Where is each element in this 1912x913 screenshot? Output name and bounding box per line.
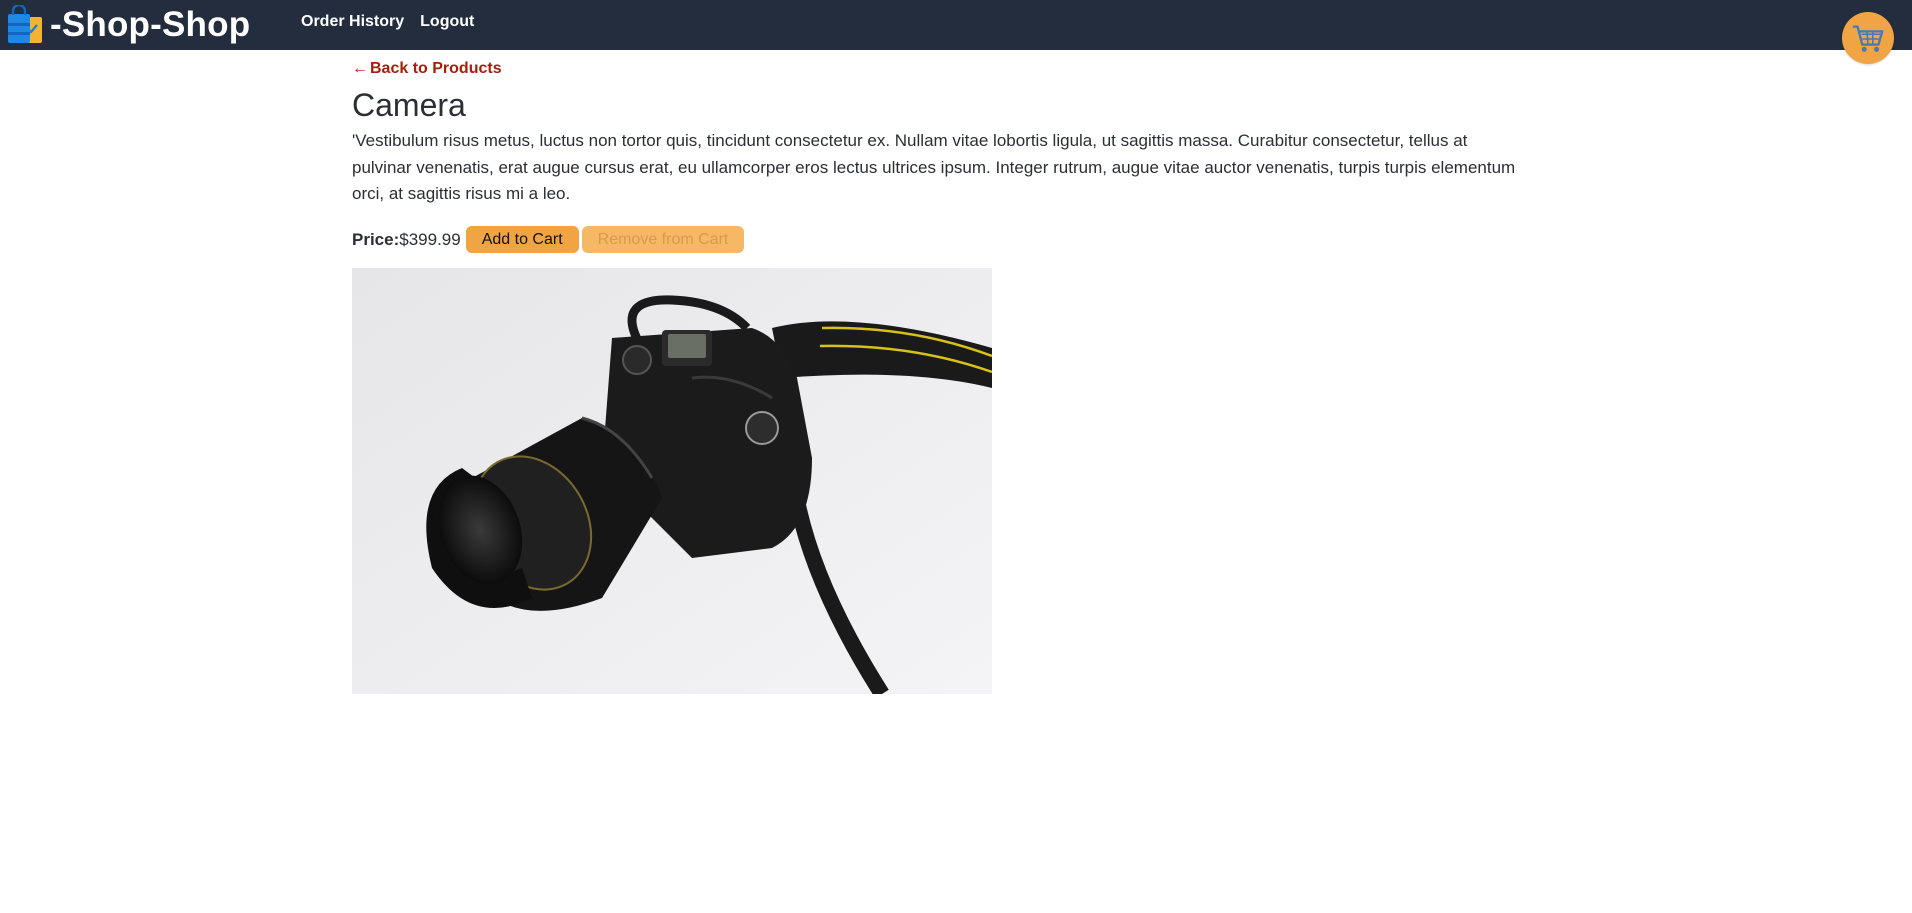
remove-from-cart-button[interactable]: Remove from Cart bbox=[581, 226, 745, 253]
back-link-label: Back to Products bbox=[370, 60, 502, 77]
add-to-cart-button[interactable]: Add to Cart bbox=[465, 226, 579, 253]
main-nav: Order History Logout bbox=[301, 0, 490, 44]
price-value: $399.99 bbox=[399, 229, 461, 249]
nav-order-history[interactable]: Order History bbox=[301, 13, 404, 31]
shopping-cart-icon bbox=[1852, 25, 1884, 52]
brand-name: -Shop-Shop bbox=[50, 4, 251, 44]
product-description: 'Vestibulum risus metus, luctus non tort… bbox=[352, 131, 1516, 203]
nav-logout[interactable]: Logout bbox=[420, 13, 474, 31]
shopping-bag-icon bbox=[8, 5, 42, 43]
brand-link[interactable]: -Shop-Shop bbox=[6, 0, 250, 50]
navbar: -Shop-Shop Order History Logout bbox=[0, 0, 1912, 50]
product-image bbox=[352, 267, 992, 694]
back-arrow-icon: ← bbox=[352, 60, 368, 77]
cart-button[interactable] bbox=[1842, 12, 1894, 64]
product-title: Camera bbox=[352, 87, 466, 123]
price-row: Price: $399.99 Add to Cart Remove from C… bbox=[352, 226, 1522, 254]
back-to-products-link[interactable]: ← Back to Products bbox=[352, 58, 502, 80]
product-detail: ← Back to Products Camera 'Vestibulum ris… bbox=[352, 58, 1522, 694]
price-label: Price: bbox=[352, 229, 400, 249]
